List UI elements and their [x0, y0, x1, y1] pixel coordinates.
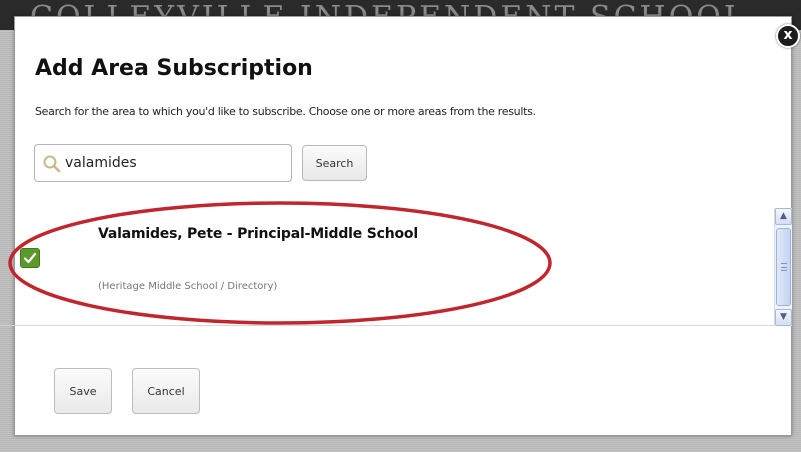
dialog-instructions: Search for the area to which you'd like … — [35, 105, 536, 118]
search-button[interactable]: Search — [302, 145, 367, 181]
checkmark-icon — [23, 252, 37, 264]
search-icon — [43, 155, 61, 173]
scroll-thumb[interactable] — [776, 228, 791, 306]
result-checkbox[interactable] — [20, 248, 40, 268]
search-field[interactable] — [34, 144, 292, 182]
result-item-name[interactable]: Valamides, Pete - Principal-Middle Schoo… — [98, 226, 418, 242]
scroll-up-icon[interactable]: ▲ — [775, 208, 792, 225]
grip-icon — [781, 263, 787, 271]
cancel-button[interactable]: Cancel — [132, 368, 200, 414]
search-input[interactable] — [65, 151, 285, 175]
dialog-title: Add Area Subscription — [35, 56, 313, 81]
results-scrollbar[interactable]: ▲ ▼ — [774, 208, 792, 326]
scroll-down-icon[interactable]: ▼ — [775, 309, 792, 326]
close-button[interactable]: x — [776, 24, 800, 48]
save-button[interactable]: Save — [54, 368, 112, 414]
result-item-path: (Heritage Middle School / Directory) — [98, 281, 278, 292]
